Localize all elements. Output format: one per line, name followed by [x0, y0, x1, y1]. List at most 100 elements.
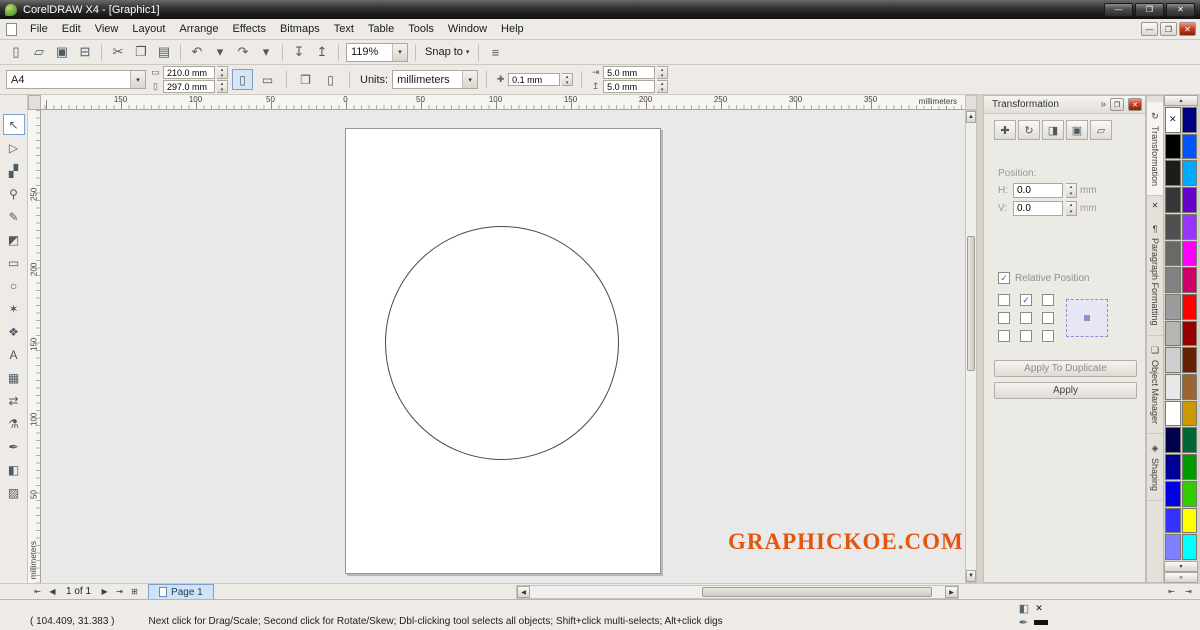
palette-expand-button[interactable]: » [1164, 572, 1198, 583]
smart-fill-tool[interactable]: ◩ [3, 229, 25, 250]
menu-bitmaps[interactable]: Bitmaps [273, 21, 327, 37]
separator[interactable] [101, 43, 102, 61]
scroll-left-button[interactable]: ⇤ [1164, 585, 1179, 599]
color-swatch[interactable] [1165, 133, 1181, 160]
duplicate-y-input[interactable] [603, 80, 656, 93]
color-swatch[interactable] [1165, 160, 1181, 187]
scroll-right-arrow[interactable]: ▶ [945, 586, 958, 598]
separator[interactable] [282, 43, 283, 61]
copy-button[interactable]: ❐ [130, 42, 152, 62]
duplicate-x-stepper[interactable] [657, 66, 669, 79]
color-swatch[interactable] [1165, 427, 1181, 454]
menu-help[interactable]: Help [494, 21, 531, 37]
anchor-checkbox[interactable] [1042, 294, 1054, 306]
separator[interactable] [180, 43, 181, 61]
position-v-input[interactable] [1013, 201, 1063, 216]
color-swatch[interactable] [1181, 293, 1197, 320]
outline-tool[interactable]: ✒ [3, 436, 25, 457]
maximize-button[interactable]: ❐ [1135, 2, 1164, 17]
anchor-checkbox[interactable] [1042, 330, 1054, 342]
undo-dropdown[interactable]: ▾ [209, 42, 231, 62]
color-swatch[interactable] [1181, 240, 1197, 267]
color-swatch[interactable] [1181, 454, 1197, 480]
scroll-down-arrow[interactable]: ▼ [966, 570, 976, 582]
vertical-ruler[interactable]: 250 200 150 100 50 millimeters [28, 110, 41, 583]
tab-paragraph-formatting[interactable]: ¶ Paragraph Formatting [1147, 215, 1163, 336]
anchor-checkbox[interactable] [1020, 330, 1032, 342]
color-swatch[interactable] [1181, 160, 1197, 187]
color-swatch[interactable] [1165, 213, 1181, 240]
paper-type-select[interactable]: A4 [6, 70, 146, 89]
anchor-checkbox[interactable] [998, 294, 1010, 306]
options-button[interactable]: ≡ [484, 42, 506, 62]
doc-restore-button[interactable]: ❐ [1160, 22, 1177, 36]
color-swatch[interactable] [1165, 507, 1181, 534]
color-swatch[interactable] [1181, 374, 1197, 400]
docker-menu-chevron[interactable]: » [1100, 99, 1106, 110]
docker-close-button[interactable]: ✕ [1128, 98, 1142, 111]
color-swatch[interactable] [1165, 347, 1181, 374]
current-page-button[interactable]: ▯ [320, 69, 341, 90]
page-tab[interactable]: Page 1 [148, 584, 214, 599]
polygon-tool[interactable]: ✶ [3, 298, 25, 319]
doc-close-button[interactable]: ✕ [1179, 22, 1196, 36]
next-page-button[interactable]: ▶ [97, 585, 112, 599]
nudge-input[interactable] [508, 73, 561, 86]
palette-scroll-up-button[interactable]: ▴ [1164, 95, 1198, 106]
ellipse-tool[interactable]: ○ [3, 275, 25, 296]
duplicate-y-stepper[interactable] [657, 80, 669, 93]
docker-tab-close-button[interactable]: ✕ [1149, 199, 1162, 212]
scroll-up-arrow[interactable]: ▲ [966, 111, 976, 123]
interactive-blend-tool[interactable]: ⇄ [3, 390, 25, 411]
color-swatch[interactable] [1165, 320, 1181, 347]
color-swatch[interactable] [1165, 534, 1181, 560]
undo-button[interactable]: ↶ [186, 42, 208, 62]
text-tool[interactable]: A [3, 344, 25, 365]
color-swatch[interactable] [1181, 480, 1197, 507]
color-swatch[interactable] [1181, 400, 1197, 427]
rectangle-tool[interactable]: ▭ [3, 252, 25, 273]
doc-minimize-button[interactable]: — [1141, 22, 1158, 36]
paper-height-stepper[interactable] [217, 80, 228, 93]
open-button[interactable]: ▱ [28, 42, 50, 62]
color-swatch[interactable] [1181, 267, 1197, 293]
redo-button[interactable]: ↷ [232, 42, 254, 62]
paste-button[interactable]: ▤ [153, 42, 175, 62]
save-button[interactable]: ▣ [51, 42, 73, 62]
position-h-stepper[interactable] [1066, 183, 1077, 198]
paper-width-stepper[interactable] [217, 66, 228, 79]
color-swatch[interactable] [1165, 293, 1181, 320]
color-swatch[interactable] [1181, 133, 1197, 160]
units-select[interactable]: millimeters [392, 70, 479, 89]
minimize-button[interactable]: — [1104, 2, 1133, 17]
menu-file[interactable]: File [23, 21, 55, 37]
nudge-stepper[interactable] [562, 73, 574, 86]
rotate-mode-button[interactable]: ↻ [1018, 120, 1040, 140]
tab-transformation[interactable]: ↻ Transformation [1147, 102, 1163, 197]
interactive-fill-tool[interactable]: ▨ [3, 482, 25, 503]
paper-height-input[interactable] [163, 80, 215, 93]
scroll-left-arrow[interactable]: ◀ [517, 586, 530, 598]
import-button[interactable]: ↧ [288, 42, 310, 62]
color-swatch[interactable] [1165, 454, 1181, 480]
color-swatch[interactable] [1165, 480, 1181, 507]
color-swatch[interactable] [1165, 187, 1181, 213]
anchor-checkbox[interactable] [1020, 312, 1032, 324]
color-swatch[interactable] [1181, 347, 1197, 374]
color-swatch[interactable] [1165, 267, 1181, 293]
add-page-button[interactable]: ⊞ [127, 585, 142, 599]
menu-view[interactable]: View [88, 21, 126, 37]
color-swatch[interactable] [1181, 213, 1197, 240]
freehand-tool[interactable]: ✎ [3, 206, 25, 227]
eyedropper-tool[interactable]: ⚗ [3, 413, 25, 434]
color-swatch[interactable] [1181, 427, 1197, 454]
circle-object[interactable] [385, 226, 619, 460]
landscape-button[interactable]: ▭ [257, 69, 278, 90]
menu-window[interactable]: Window [441, 21, 494, 37]
apply-button[interactable]: Apply [994, 382, 1137, 399]
color-swatch[interactable] [1181, 187, 1197, 213]
color-swatch[interactable] [1181, 320, 1197, 347]
ruler-origin-button[interactable] [28, 95, 41, 110]
close-button[interactable]: ✕ [1166, 2, 1195, 17]
page[interactable] [345, 128, 661, 574]
